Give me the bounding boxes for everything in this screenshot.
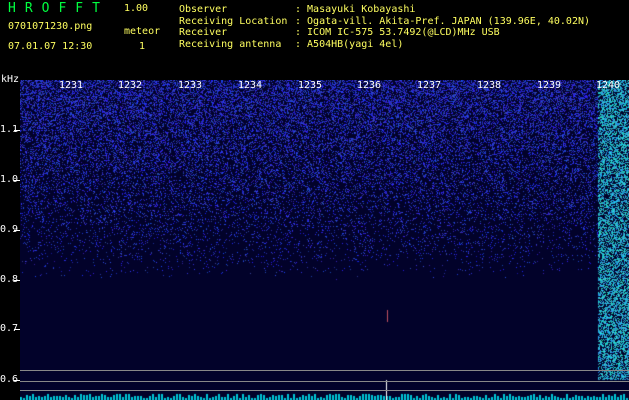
x-tick-label: 1240 [596, 80, 621, 91]
info-key: Receiving Location [179, 15, 288, 27]
spectrogram-plot[interactable] [20, 80, 629, 400]
y-tick-mark [14, 180, 20, 181]
y-tick-mark [14, 280, 20, 281]
spectrogram-canvas[interactable] [20, 80, 629, 400]
app-version: 1.00 [124, 3, 149, 14]
y-tick-mark [14, 130, 20, 131]
x-tick-label: 1239 [537, 80, 562, 91]
info-key: Receiver [179, 27, 228, 38]
info-row-antenna: Receiving antenna : A504HB(yagi 4el) [179, 39, 590, 51]
file-name: 0701071230.png [8, 21, 93, 32]
info-value: : ICOM IC-575 53.7492(@LCD)MHz USB [295, 27, 500, 38]
station-info: Observer : Masayuki Kobayashi Receiving L… [179, 4, 590, 50]
x-tick-label: 1234 [238, 80, 263, 91]
x-tick-label: 1235 [298, 80, 323, 91]
x-tick-label: 1237 [417, 80, 442, 91]
x-tick-label: 1233 [178, 80, 203, 91]
info-value: : Ogata-vill. Akita-Pref. JAPAN (139.96E… [295, 15, 591, 27]
x-tick-label: 1238 [477, 80, 502, 91]
y-axis-unit: kHz [1, 74, 20, 85]
reference-line [20, 370, 629, 371]
reference-line [20, 390, 629, 391]
y-tick-mark [14, 329, 20, 330]
info-row-location: Receiving Location : Ogata-vill. Akita-Pr… [179, 16, 590, 28]
info-row-receiver: Receiver : ICOM IC-575 53.7492(@LCD)MHz U… [179, 27, 590, 39]
x-tick-label: 1231 [59, 80, 84, 91]
info-key: Observer [179, 4, 228, 15]
header-panel: HROFFT 1.00 0701071230.png 07.01.07 12:3… [0, 0, 629, 72]
info-value: : A504HB(yagi 4el) [295, 38, 404, 50]
app-name: HROFFT [8, 1, 109, 16]
info-value: : Masayuki Kobayashi [295, 4, 416, 15]
x-tick-label: 1232 [118, 80, 143, 91]
x-tick-label: 1236 [357, 80, 382, 91]
meteor-count: 1 [139, 41, 146, 52]
reference-line [20, 381, 629, 382]
y-tick-mark [14, 230, 20, 231]
date-time: 07.01.07 12:30 [8, 41, 93, 52]
info-row-observer: Observer : Masayuki Kobayashi [179, 4, 590, 16]
info-key: Receiving antenna [179, 38, 282, 50]
meteor-label: meteor [124, 26, 161, 37]
